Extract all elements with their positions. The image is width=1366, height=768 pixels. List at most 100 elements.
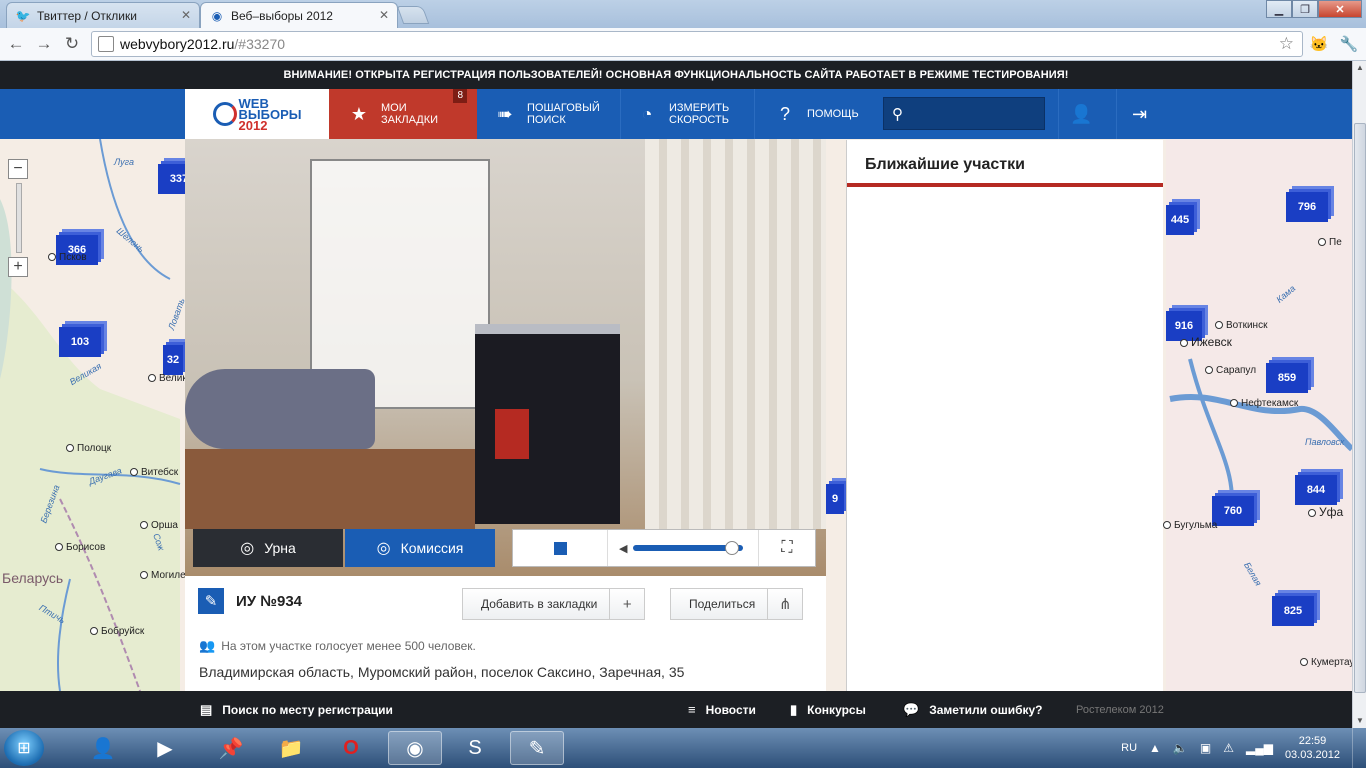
map-city: Велик	[148, 373, 187, 384]
close-tab-icon[interactable]: ✕	[379, 8, 389, 22]
map-cluster[interactable]: 760	[1212, 496, 1254, 526]
taskbar-app-skype[interactable]: S	[448, 731, 502, 765]
clock-date: 03.03.2012	[1284, 749, 1340, 761]
map-river-label: Павловск	[1305, 437, 1345, 447]
nav-bookmarks-line1: МОИ	[381, 102, 407, 114]
signal-icon[interactable]: ▂▄▆	[1246, 741, 1273, 755]
nav-help[interactable]: ? ПОМОЩЬ	[755, 89, 879, 139]
map-city: Уфа	[1308, 505, 1343, 519]
bookmark-star-icon[interactable]: ☆	[1279, 34, 1294, 54]
beta-notice: ВНИМАНИЕ! ОТКРЫТА РЕГИСТРАЦИЯ ПОЛЬЗОВАТЕ…	[0, 61, 1352, 89]
taskbar-app-pin[interactable]: 📌	[204, 731, 258, 765]
reload-button[interactable]: ↻	[60, 33, 84, 55]
extension-icon[interactable]: 🐱	[1308, 34, 1330, 54]
taskbar-app-chrome[interactable]: ◉	[388, 731, 442, 765]
map-city: Орша	[140, 520, 178, 531]
scrollbar-thumb[interactable]	[1354, 123, 1366, 693]
map-city: Воткинск	[1215, 320, 1267, 331]
page-scrollbar[interactable]: ▲ ▼	[1352, 61, 1366, 728]
minimize-button[interactable]: ▁	[1266, 0, 1292, 18]
logo-text: WEB ВЫБОРЫ 2012	[239, 97, 302, 132]
url-host: webvybory2012.ru	[120, 36, 235, 52]
add-bookmark-button[interactable]: Добавить в закладки +	[462, 588, 646, 620]
clock-time: 22:59	[1298, 735, 1327, 747]
nav-measure-speed[interactable]: ◔ ИЗМЕРИТЬ СКОРОСТЬ	[621, 89, 755, 139]
bar-chart-icon: ▮	[790, 701, 798, 717]
map-cluster[interactable]: 445	[1166, 205, 1194, 235]
fullscreen-button[interactable]: ⛶	[759, 530, 815, 566]
browser-tab-twitter[interactable]: 🐦 Твиттер / Отклики ✕	[6, 2, 200, 28]
map-cluster[interactable]: 859	[1266, 363, 1308, 393]
map-cluster[interactable]: 9	[826, 484, 844, 514]
taskbar-app-user[interactable]: 👤	[76, 731, 130, 765]
volume-icon[interactable]: 🔈	[1173, 741, 1188, 755]
wrench-icon[interactable]: 🔧	[1338, 34, 1360, 54]
stop-button[interactable]	[513, 530, 608, 566]
footer-search-registration[interactable]: ▤ Поиск по месту регистрации	[200, 691, 393, 728]
tray-expand-icon[interactable]: ▲	[1149, 741, 1161, 755]
close-tab-icon[interactable]: ✕	[181, 8, 191, 22]
taskbar-app-explorer[interactable]: 📁	[264, 731, 318, 765]
footer-report-error[interactable]: 💬 Заметили ошибку?	[903, 691, 1043, 728]
maximize-button[interactable]: ❐	[1292, 0, 1318, 18]
start-button[interactable]: ⊞	[4, 730, 44, 766]
player-panel: ◀ ⛶	[512, 529, 816, 567]
nearby-stations-panel: Ближайшие участки	[846, 140, 1163, 692]
map-cluster[interactable]: 103	[59, 327, 101, 357]
site-logo[interactable]: WEB ВЫБОРЫ 2012	[185, 89, 329, 139]
map-cluster[interactable]: 844	[1295, 475, 1337, 505]
map-cluster[interactable]: 796	[1286, 192, 1328, 222]
volume-slider[interactable]	[633, 541, 744, 555]
network-warning-icon[interactable]: ⚠	[1223, 741, 1234, 755]
taskbar-app-media[interactable]: ▶	[138, 731, 192, 765]
ballot-icon: ✎	[198, 588, 224, 614]
voters-note-text: На этом участке голосует менее 500 челов…	[221, 639, 476, 653]
device-icon[interactable]: ▣	[1200, 741, 1211, 755]
camera-commission-tab[interactable]: ◎ Комиссия	[345, 529, 495, 567]
taskbar-app-opera[interactable]: O	[324, 731, 378, 765]
station-info: ✎ ИУ №934 Добавить в закладки + Поделить…	[185, 576, 826, 691]
browser-tab-webvybory[interactable]: ◉ Веб–выборы 2012 ✕	[200, 2, 398, 29]
volume-slider-thumb[interactable]	[725, 541, 740, 555]
zoom-in-button[interactable]: +	[8, 257, 28, 277]
back-button[interactable]: ←	[4, 33, 28, 55]
zoom-slider[interactable]	[16, 183, 22, 253]
station-address: Владимирская область, Муромский район, п…	[199, 664, 685, 680]
zoom-out-button[interactable]: −	[8, 159, 28, 179]
footer-news[interactable]: ≡ Новости	[688, 691, 756, 728]
windows-logo-icon: ⊞	[17, 740, 31, 757]
site-search-input[interactable]: ⚲	[883, 97, 1045, 130]
logout-button[interactable]: ⇥	[1116, 89, 1162, 139]
close-window-button[interactable]: ✕	[1318, 0, 1362, 18]
show-desktop-button[interactable]	[1352, 728, 1366, 768]
new-tab-button[interactable]	[396, 6, 430, 24]
webcam-video[interactable]: ◎ Урна ◎ Комиссия ◀ ⛶	[185, 139, 826, 576]
clock[interactable]: 22:59 03.03.2012	[1285, 734, 1340, 762]
map-cluster[interactable]: 32	[163, 345, 183, 375]
map-city: Псков	[48, 252, 87, 263]
nav-my-bookmarks[interactable]: ★ МОИ ЗАКЛАДКИ 8	[329, 89, 477, 139]
scroll-down-arrow-icon[interactable]: ▼	[1354, 714, 1366, 728]
taskbar-app-paint[interactable]: ✎	[510, 731, 564, 765]
tab-title: Веб–выборы 2012	[231, 9, 333, 23]
language-indicator[interactable]: RU	[1121, 742, 1137, 754]
nav-step-search[interactable]: ➠ ПОШАГОВЫЙ ПОИСК	[477, 89, 621, 139]
map-cluster[interactable]: 825	[1272, 596, 1314, 626]
tab-title: Твиттер / Отклики	[37, 8, 137, 23]
system-tray: RU ▲ 🔈 ▣ ⚠ ▂▄▆ 22:59 03.03.2012	[1121, 728, 1366, 768]
nav-step-label: ПОШАГОВЫЙ ПОИСК	[527, 102, 600, 126]
volume-control[interactable]: ◀	[609, 530, 759, 566]
video-scene-curtain	[645, 139, 826, 529]
logout-icon: ⇥	[1131, 103, 1148, 124]
user-button[interactable]: 👤	[1058, 89, 1104, 139]
forward-button[interactable]: →	[32, 33, 56, 55]
share-button[interactable]: Поделиться ⋔	[670, 588, 804, 620]
camera-commission-label: Комиссия	[400, 540, 464, 556]
share-label: Поделиться	[671, 589, 769, 619]
footer-contests[interactable]: ▮ Конкурсы	[790, 691, 866, 728]
scroll-up-arrow-icon[interactable]: ▲	[1354, 61, 1366, 75]
bookmarks-count-badge: 8	[453, 89, 467, 103]
twitter-icon: 🐦	[15, 8, 31, 23]
address-bar[interactable]: webvybory2012.ru/#33270 ☆	[91, 31, 1303, 57]
camera-urn-tab[interactable]: ◎ Урна	[193, 529, 343, 567]
